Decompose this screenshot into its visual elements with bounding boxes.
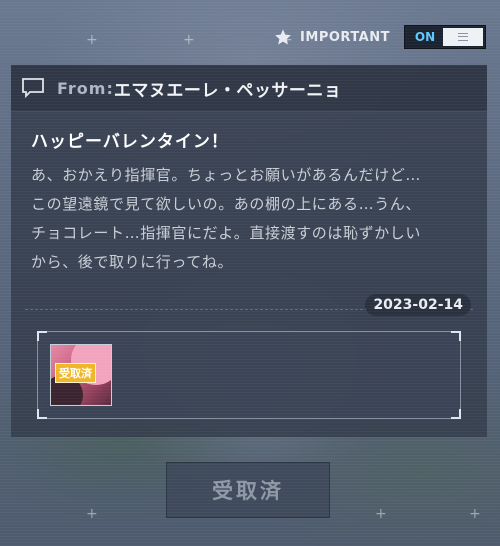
decor-plus: + — [469, 506, 481, 522]
toggle-on-label: ON — [414, 30, 436, 44]
important-label: IMPORTANT — [300, 29, 390, 45]
important-filter: IMPORTANT ON — [274, 25, 486, 49]
decor-plus: + — [183, 32, 195, 48]
menu-lines-icon — [458, 33, 468, 41]
frame-corner — [37, 409, 47, 419]
decor-plus: + — [86, 506, 98, 522]
mail-header: From: エマヌエーレ・ペッサーニョ — [11, 65, 487, 112]
frame-corner — [37, 331, 47, 341]
reward-claimed-tag: 受取済 — [55, 363, 96, 383]
decor-plus: + — [86, 32, 98, 48]
mail-body: あ、おかえり指揮官。ちょっとお願いがあるんだけど… この望遠鏡で見て欲しいの。あ… — [31, 166, 422, 271]
sender-name: エマヌエーレ・ペッサーニョ — [113, 80, 342, 101]
mail-panel: From: エマヌエーレ・ペッサーニョ ハッピーバレンタイン！ あ、おかえり指揮… — [11, 65, 487, 437]
decor-plus: + — [375, 506, 387, 522]
toggle-knob[interactable] — [443, 28, 483, 46]
reward-list: 受取済 — [37, 331, 461, 419]
important-toggle[interactable]: ON — [404, 25, 486, 49]
frame-corner — [451, 331, 461, 341]
mail-date: 2023-02-14 — [365, 294, 471, 316]
claim-button[interactable]: 受取済 — [166, 462, 330, 518]
mail-title: ハッピーバレンタイン！ — [31, 132, 229, 152]
reward-item[interactable]: 受取済 — [50, 344, 112, 406]
message-icon — [22, 78, 44, 99]
frame-corner — [451, 409, 461, 419]
from-label: From: — [57, 78, 114, 98]
star-icon — [275, 29, 291, 45]
